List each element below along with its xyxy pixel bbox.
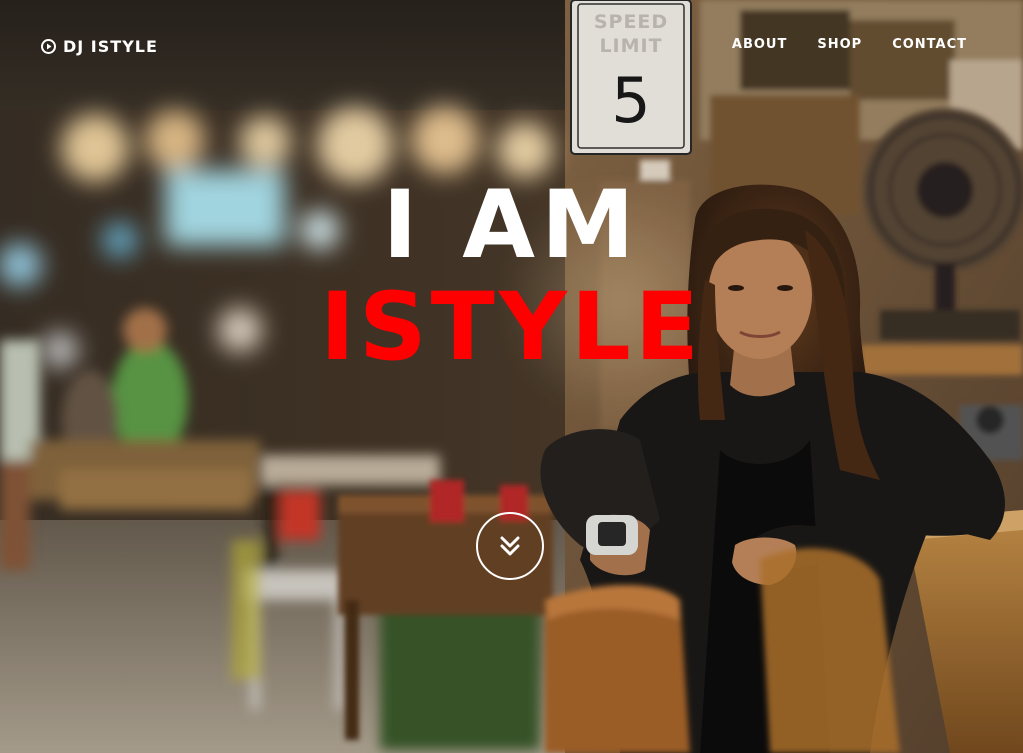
double-chevron-down-icon bbox=[497, 533, 523, 559]
play-circle-icon bbox=[41, 38, 56, 54]
hero-headline: I AM ISTYLE bbox=[0, 176, 1023, 380]
nav-shop-link[interactable]: SHOP bbox=[817, 37, 862, 52]
top-navbar: DJ ISTYLE ABOUT SHOP CONTACT bbox=[0, 0, 1023, 92]
headline-line-2: ISTYLE bbox=[320, 273, 703, 382]
brand-name: DJ ISTYLE bbox=[63, 36, 158, 56]
brand-logo-link[interactable]: DJ ISTYLE bbox=[41, 36, 158, 56]
hero-section: SPEED LIMIT 5 DJ ISTYLE ABOUT SHOP CONTA… bbox=[0, 0, 1023, 753]
scroll-down-button[interactable] bbox=[476, 512, 544, 580]
main-menu: ABOUT SHOP CONTACT bbox=[702, 37, 967, 52]
nav-about-link[interactable]: ABOUT bbox=[732, 37, 787, 52]
headline-line-1: I AM bbox=[382, 171, 641, 280]
nav-contact-link[interactable]: CONTACT bbox=[892, 37, 967, 52]
